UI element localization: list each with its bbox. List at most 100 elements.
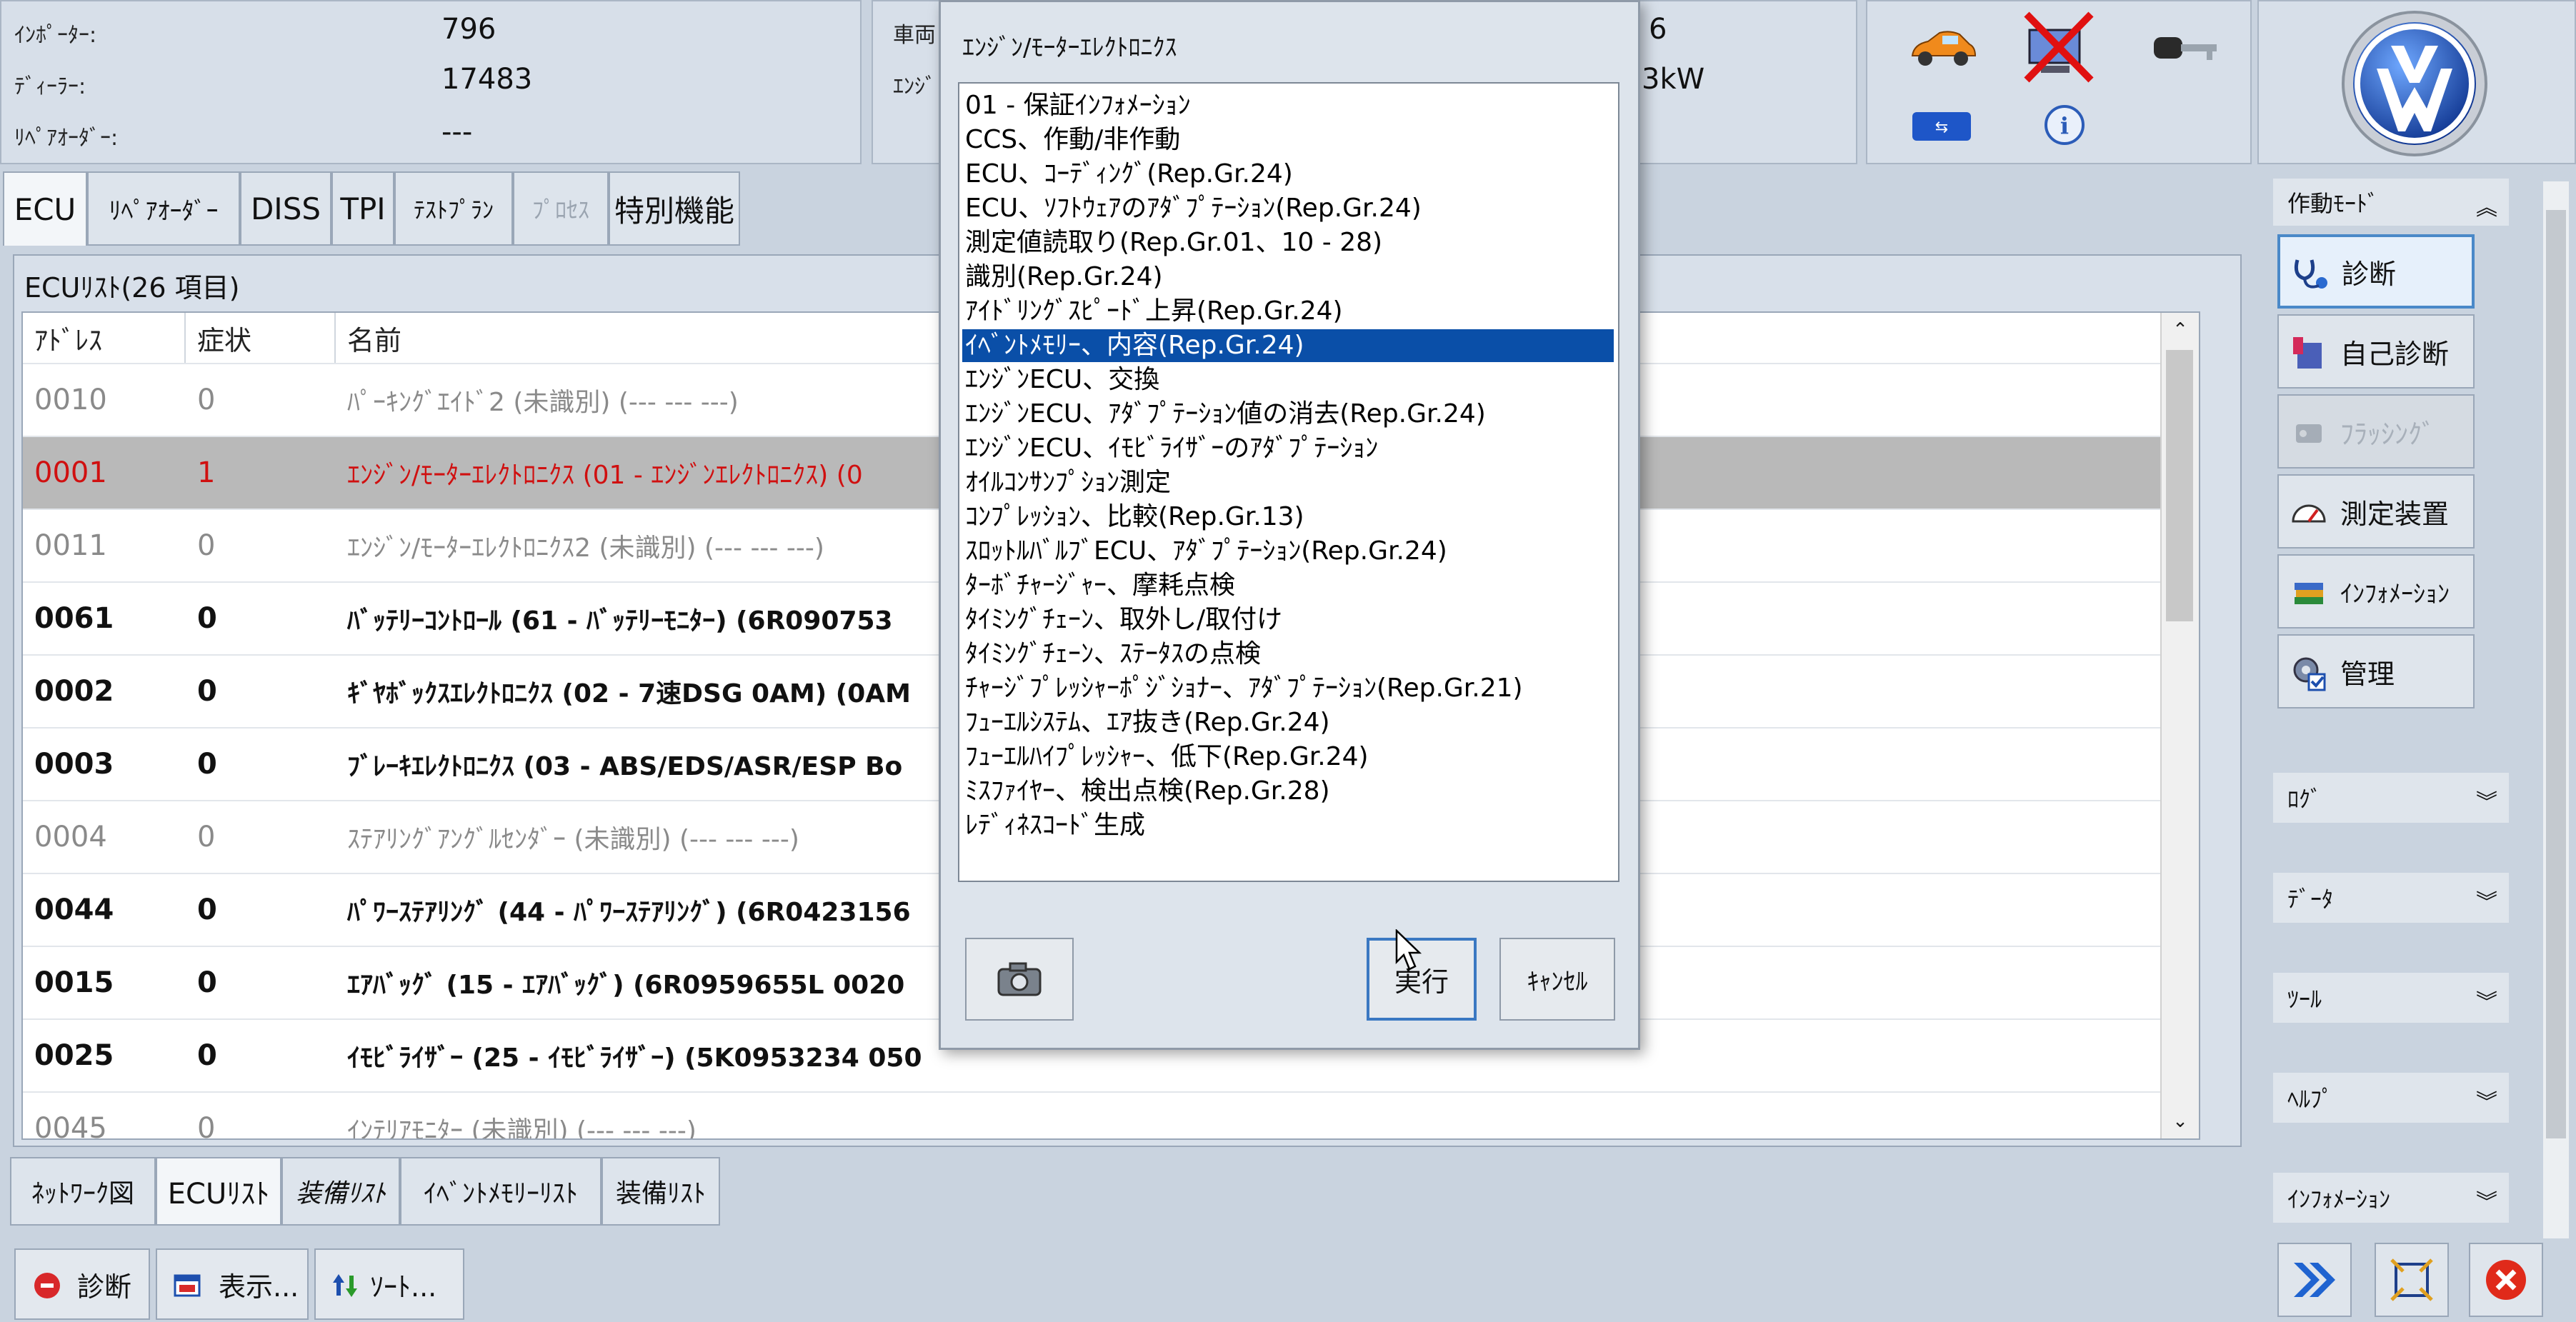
row-name: ﾊﾟﾜｰｽﾃｱﾘﾝｸﾞ (44 - ﾊﾟﾜｰｽﾃｱﾘﾝｸﾞ) (6R042315… xyxy=(347,898,911,927)
self-diagnosis-icon xyxy=(2289,333,2329,373)
list-item[interactable]: ﾐｽﾌｧｲﾔｰ、検出点検(Rep.Gr.28) xyxy=(962,775,1614,808)
row-name: ｴﾝｼﾞﾝ/ﾓｰﾀｰｴﾚｸﾄﾛﾆｸｽ2 (未識別) (--- --- ---) xyxy=(347,534,824,563)
tab-equipment-list-italic[interactable]: 装備ﾘｽﾄ xyxy=(281,1157,400,1226)
sidebar-scrollbar-thumb[interactable] xyxy=(2546,210,2566,1138)
mode-information-button[interactable]: ｲﾝﾌｫﾒｰｼｮﾝ xyxy=(2277,554,2475,629)
chevron-down-icon[interactable]: ︾ xyxy=(2476,884,2497,916)
sidebar: 作動ﾓｰﾄﾞ ︽ 診断 自己診断 ﾌﾗｯｼﾝｸﾞ 測定装置 ｲﾝﾌｫﾒｰｼｮﾝ xyxy=(2257,171,2569,1322)
function-list[interactable]: 01 - 保証ｲﾝﾌｫﾒｰｼｮﾝ CCS、作動/非作動 ECU、ｺｰﾃﾞｨﾝｸﾞ… xyxy=(958,82,1619,882)
row-name: ｷﾞﾔﾎﾞｯｸｽｴﾚｸﾄﾛﾆｸｽ (02 - 7速DSG 0AM) (0AM xyxy=(347,679,911,708)
row-address: 0003 xyxy=(34,748,114,781)
disconnected-pc-icon[interactable] xyxy=(2016,9,2102,87)
list-item[interactable]: ﾌｭｰｴﾙﾊｲﾌﾟﾚｯｼｬｰ、低下(Rep.Gr.24) xyxy=(962,741,1614,773)
tools-section[interactable]: ﾂｰﾙ ︾ xyxy=(2273,973,2509,1023)
list-item[interactable]: ﾚﾃﾞｨﾈｽｺｰﾄﾞ生成 xyxy=(962,809,1614,842)
mode-admin-button[interactable]: 管理 xyxy=(2277,634,2475,708)
row-name: ﾊﾞｯﾃﾘｰｺﾝﾄﾛｰﾙ (61 - ﾊﾞｯﾃﾘｰﾓﾆﾀｰ) (6R090753 xyxy=(347,606,893,636)
list-item[interactable]: ﾁｬｰｼﾞﾌﾟﾚｯｼｬｰﾎﾟｼﾞｼｮﾅｰ、ｱﾀﾞﾌﾟﾃｰｼｮﾝ(Rep.Gr.2… xyxy=(962,672,1614,705)
tab-ecu-list[interactable]: ECUﾘｽﾄ xyxy=(156,1157,281,1226)
tab-repair-order[interactable]: ﾘﾍﾟｱｵｰﾀﾞｰ xyxy=(87,171,240,246)
list-item[interactable]: ECU、ｿﾌﾄｳｪｱのｱﾀﾞﾌﾟﾃｰｼｮﾝ(Rep.Gr.24) xyxy=(962,192,1614,225)
list-item[interactable]: ｴﾝｼﾞﾝECU、ｲﾓﾋﾞﾗｲｻﾞｰのｱﾀﾞﾌﾟﾃｰｼｮﾝ xyxy=(962,432,1614,465)
ecu-list-scrollbar[interactable]: ⌃ ⌄ xyxy=(2160,313,2199,1138)
list-item[interactable]: 識別(Rep.Gr.24) xyxy=(962,261,1614,294)
repair-order-label: ﾘﾍﾟｱｵｰﾀﾞｰ: xyxy=(14,126,119,151)
list-item[interactable]: ﾌｭｰｴﾙｼｽﾃﾑ、ｴｱ抜き(Rep.Gr.24) xyxy=(962,706,1614,739)
list-item[interactable]: ｽﾛｯﾄﾙﾊﾞﾙﾌﾞECU、ｱﾀﾞﾌﾟﾃｰｼｮﾝ(Rep.Gr.24) xyxy=(962,535,1614,568)
sidebar-scrollbar[interactable] xyxy=(2543,181,2569,1238)
gauge-icon xyxy=(2289,493,2329,533)
engine-label: ｴﾝｼﾞ xyxy=(893,74,936,99)
list-item[interactable]: ﾀｲﾐﾝｸﾞﾁｪｰﾝ、ｽﾃｰﾀｽの点検 xyxy=(962,638,1614,671)
row-name: ｲﾓﾋﾞﾗｲｻﾞｰ (25 - ｲﾓﾋﾞﾗｲｻﾞｰ) (5K0953234 05… xyxy=(347,1043,922,1073)
mode-flashing-label: ﾌﾗｯｼﾝｸﾞ xyxy=(2340,418,2436,450)
list-item[interactable]: ｴﾝｼﾞﾝECU、ｱﾀﾞﾌﾟﾃｰｼｮﾝ値の消去(Rep.Gr.24) xyxy=(962,398,1614,431)
chevron-up-icon[interactable]: ︽ xyxy=(2476,190,2497,221)
cancel-button[interactable]: ｷｬﾝｾﾙ xyxy=(1499,938,1615,1021)
sort-button[interactable]: ｿｰﾄ... xyxy=(314,1248,464,1320)
diagnose-button[interactable]: 診断 xyxy=(14,1248,150,1320)
log-section[interactable]: ﾛｸﾞ ︾ xyxy=(2273,773,2509,823)
tab-special-functions[interactable]: 特別機能 xyxy=(609,171,740,246)
row-symptom: 1 xyxy=(197,456,216,489)
tab-test-plan[interactable]: ﾃｽﾄﾌﾟﾗﾝ xyxy=(394,171,513,246)
row-address: 0044 xyxy=(34,893,114,926)
row-name: ｴｱﾊﾞｯｸﾞ (15 - ｴｱﾊﾞｯｸﾞ) (6R0959655L 0020 xyxy=(347,971,905,1000)
list-item[interactable]: ﾀｲﾐﾝｸﾞﾁｪｰﾝ、取外し/取付け xyxy=(962,604,1614,636)
scrollbar-thumb[interactable] xyxy=(2166,350,2193,621)
row-symptom: 0 xyxy=(197,529,216,562)
data-section[interactable]: ﾃﾞｰﾀ ︾ xyxy=(2273,873,2509,923)
row-address: 0025 xyxy=(34,1039,114,1072)
list-item[interactable]: 01 - 保証ｲﾝﾌｫﾒｰｼｮﾝ xyxy=(962,89,1614,122)
chevron-down-icon[interactable]: ︾ xyxy=(2476,784,2497,816)
books-icon xyxy=(2289,573,2329,613)
tab-network-diagram[interactable]: ﾈｯﾄﾜｰｸ図 xyxy=(10,1157,156,1226)
list-item[interactable]: ECU、ｺｰﾃﾞｨﾝｸﾞ(Rep.Gr.24) xyxy=(962,158,1614,191)
chevron-down-icon[interactable]: ︾ xyxy=(2476,1084,2497,1116)
row-symptom: 0 xyxy=(197,893,217,926)
list-item[interactable]: ｴﾝｼﾞﾝECU、交換 xyxy=(962,364,1614,396)
scroll-up-arrow-icon[interactable]: ⌃ xyxy=(2162,313,2199,347)
row-address: 0011 xyxy=(34,529,107,562)
table-row[interactable]: 0045 0 ｲﾝﾃﾘｱﾓﾆﾀｰ (未識別) (--- --- ---) xyxy=(23,1091,2199,1140)
column-header-address[interactable]: ｱﾄﾞﾚｽ xyxy=(23,313,186,363)
chevron-down-icon[interactable]: ︾ xyxy=(2476,1184,2497,1216)
tab-diss[interactable]: DISS xyxy=(240,171,331,246)
camera-button[interactable] xyxy=(965,938,1074,1021)
row-address: 0015 xyxy=(34,966,114,999)
scroll-down-arrow-icon[interactable]: ⌄ xyxy=(2162,1104,2199,1138)
column-header-symptom[interactable]: 症状 xyxy=(186,313,336,363)
help-section[interactable]: ﾍﾙﾌﾟ ︾ xyxy=(2273,1073,2509,1123)
list-item[interactable]: 測定値読取り(Rep.Gr.01、10 - 28) xyxy=(962,226,1614,259)
info-icon[interactable]: i xyxy=(2036,99,2093,156)
mode-self-diagnosis-button[interactable]: 自己診断 xyxy=(2277,314,2475,389)
exit-button[interactable] xyxy=(2469,1243,2543,1317)
tab-ecu[interactable]: ECU xyxy=(3,171,87,246)
usb-icon[interactable]: ⇆ xyxy=(1906,101,1977,151)
list-item[interactable]: ｱｲﾄﾞﾘﾝｸﾞｽﾋﾟｰﾄﾞ上昇(Rep.Gr.24) xyxy=(962,295,1614,328)
key-icon[interactable] xyxy=(2146,20,2225,77)
information-section[interactable]: ｲﾝﾌｫﾒｰｼｮﾝ ︾ xyxy=(2273,1173,2509,1223)
list-item-selected[interactable]: ｲﾍﾞﾝﾄﾒﾓﾘｰ、内容(Rep.Gr.24) xyxy=(962,329,1614,362)
list-item[interactable]: ｵｲﾙｺﾝｻﾝﾌﾟｼｮﾝ測定 xyxy=(962,466,1614,499)
tab-tpi[interactable]: TPI xyxy=(331,171,394,246)
operation-mode-header[interactable]: 作動ﾓｰﾄﾞ ︽ xyxy=(2273,179,2509,226)
mouse-cursor-icon xyxy=(1395,929,1422,971)
mode-measuring-device-button[interactable]: 測定装置 xyxy=(2277,474,2475,549)
tab-equipment-list[interactable]: 装備ﾘｽﾄ xyxy=(601,1157,720,1226)
information-section-label: ｲﾝﾌｫﾒｰｼｮﾝ xyxy=(2287,1186,2391,1213)
diagnose-button-label: 診断 xyxy=(77,1271,132,1303)
row-address: 0045 xyxy=(34,1112,107,1140)
forward-button[interactable] xyxy=(2277,1243,2352,1317)
fit-window-button[interactable] xyxy=(2375,1243,2449,1317)
list-item[interactable]: ｺﾝﾌﾟﾚｯｼｮﾝ、比較(Rep.Gr.13) xyxy=(962,501,1614,534)
list-item[interactable]: ﾀｰﾎﾞﾁｬｰｼﾞｬｰ、摩耗点検 xyxy=(962,569,1614,602)
ecu-list-title: ECUﾘｽﾄ(26 項目) xyxy=(24,272,240,304)
list-item[interactable]: CCS、作動/非作動 xyxy=(962,124,1614,156)
mode-diagnosis-button[interactable]: 診断 xyxy=(2277,234,2475,309)
display-button[interactable]: 表示... xyxy=(156,1248,309,1320)
tools-section-label: ﾂｰﾙ xyxy=(2287,986,2322,1013)
car-icon[interactable] xyxy=(1903,20,1982,77)
chevron-down-icon[interactable]: ︾ xyxy=(2476,984,2497,1016)
tab-event-memory-list[interactable]: ｲﾍﾞﾝﾄﾒﾓﾘｰﾘｽﾄ xyxy=(400,1157,601,1226)
